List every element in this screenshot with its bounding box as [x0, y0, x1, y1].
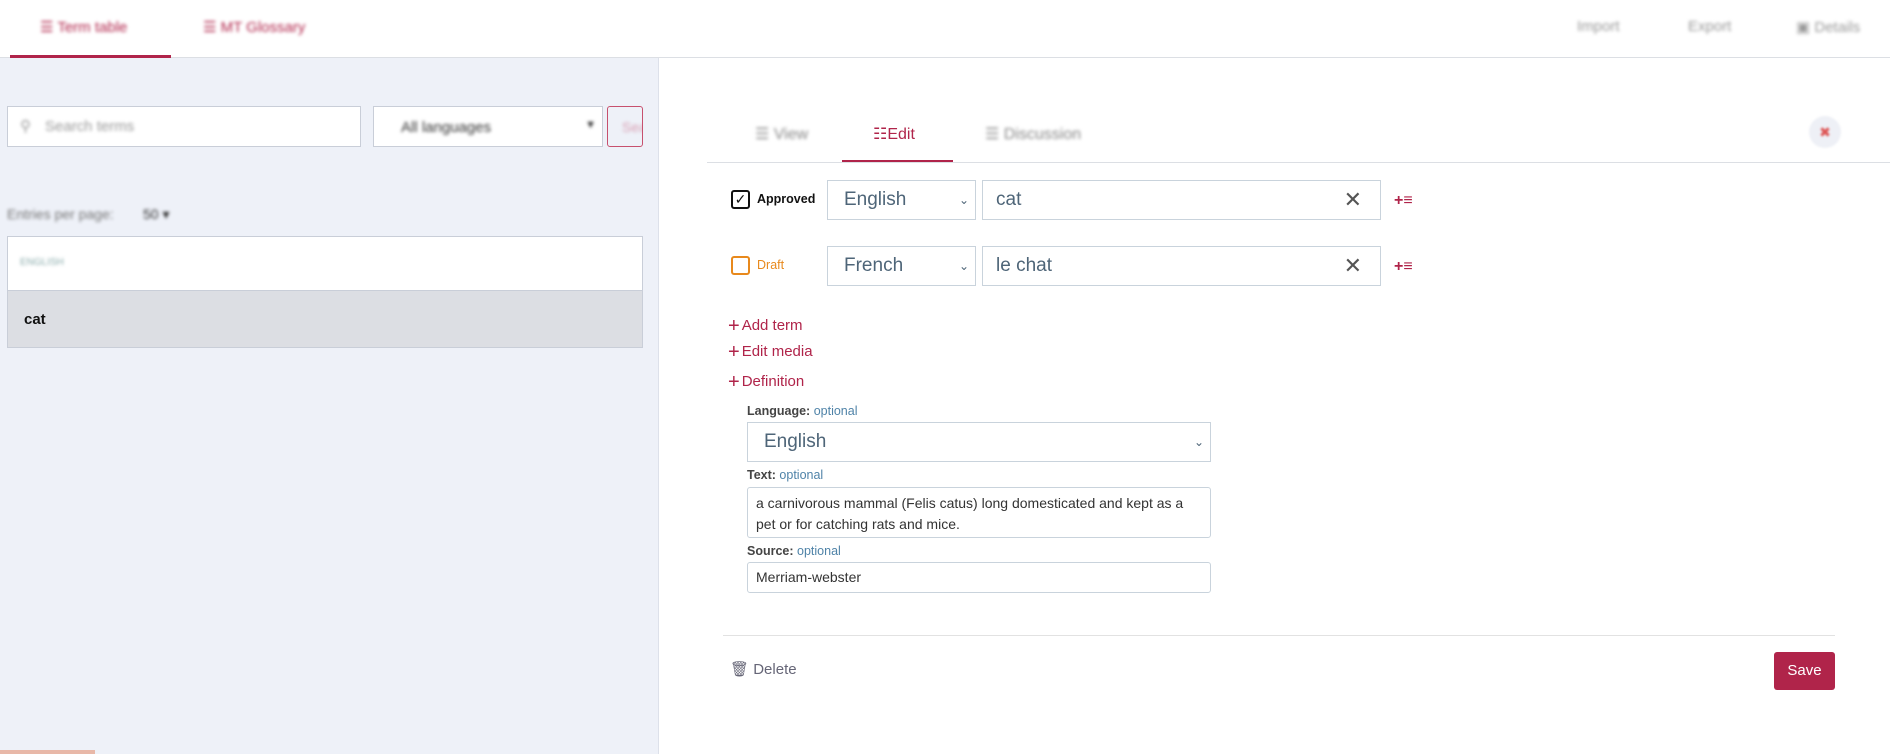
search-input[interactable]: ⚲ Search terms [7, 106, 361, 147]
select-value: French [844, 255, 904, 276]
add-attribute-icon[interactable]: +≡ [1394, 258, 1413, 276]
definition-language-label: Language: optional [747, 404, 857, 418]
definition-textarea[interactable]: a carnivorous mammal (Felis catus) long … [747, 487, 1211, 538]
select-value: English [844, 189, 907, 210]
button-label: Search [622, 119, 642, 135]
input-value: cat [996, 189, 1022, 210]
chevron-down-icon: ⌄ [958, 259, 969, 273]
import-link[interactable]: Import [1577, 18, 1620, 35]
tab-label: MT Glossary [220, 19, 306, 36]
link-label: Add term [741, 317, 803, 334]
tab-edit[interactable]: ☷Edit [873, 124, 915, 144]
entries-per-page-select[interactable]: 50 ▾ [143, 206, 170, 223]
optional-hint: optional [779, 468, 824, 482]
plus-icon: + [728, 315, 740, 337]
delete-button[interactable]: 🗑 Delete [730, 660, 797, 678]
definition-source-label: Source: optional [747, 544, 841, 558]
search-placeholder: Search terms [45, 118, 135, 135]
export-link[interactable]: Export [1688, 18, 1731, 35]
edit-media-link[interactable]: + Edit media [728, 341, 813, 364]
search-button[interactable]: Search [607, 106, 643, 147]
label-text: Language: [747, 404, 811, 418]
footer-divider [723, 635, 1835, 636]
definition-link[interactable]: + Definition [728, 371, 804, 394]
label-text: Text: [747, 468, 776, 482]
term-cell: cat [24, 311, 46, 328]
status-label: Draft [757, 258, 785, 272]
clear-icon[interactable]: ✕ [1344, 181, 1362, 219]
trash-icon: 🗑 [730, 661, 750, 678]
table-row[interactable]: cat [8, 290, 642, 347]
select-value: English [764, 431, 827, 452]
column-header[interactable]: ENGLISH [20, 257, 64, 268]
term-language-select[interactable]: French ⌄ [827, 246, 976, 286]
input-value: le chat [996, 255, 1052, 276]
details-icon: ▣ [1796, 19, 1811, 36]
language-filter-select[interactable]: All languages ▼ [373, 106, 603, 147]
definition-text-label: Text: optional [747, 468, 823, 482]
definition-language-select[interactable]: English ⌄ [747, 422, 1211, 462]
search-icon: ⚲ [20, 118, 31, 135]
plus-icon: + [728, 371, 740, 393]
term-input[interactable]: le chat ✕ [982, 246, 1381, 286]
add-term-link[interactable]: + Add term [728, 315, 803, 338]
term-input[interactable]: cat ✕ [982, 180, 1381, 220]
tab-view[interactable]: ☰ View [755, 124, 808, 144]
link-label: Edit media [741, 343, 813, 360]
terms-table: ENGLISH cat [7, 236, 643, 348]
optional-hint: optional [797, 544, 841, 558]
close-icon[interactable]: ✖ [1809, 116, 1841, 148]
details-link[interactable]: ▣ Details [1796, 18, 1860, 36]
tab-label: View [773, 126, 809, 143]
plus-icon: + [728, 341, 740, 363]
select-value: 50 [143, 206, 159, 222]
progress-bar [0, 750, 95, 754]
definition-source-input[interactable]: Merriam-webster [747, 562, 1211, 593]
draft-checkbox[interactable] [731, 256, 750, 275]
button-label: Delete [753, 661, 797, 678]
details-label: Details [1814, 19, 1861, 36]
term-list-panel: ⚲ Search terms All languages ▼ Search En… [0, 58, 659, 754]
clear-icon[interactable]: ✕ [1344, 247, 1362, 285]
top-header: ☰ Term table ☰ MT Glossary Import Export… [0, 0, 1890, 58]
tab-label: Discussion [1003, 126, 1082, 143]
tab-label: Edit [887, 126, 915, 143]
tabs-divider [707, 162, 1890, 163]
tab-term-table[interactable]: ☰ Term table [40, 18, 127, 36]
tab-discussion[interactable]: ☰ Discussion [985, 124, 1081, 144]
chevron-down-icon: ⌄ [1193, 435, 1204, 449]
select-value: All languages [401, 119, 492, 136]
label-text: Source: [747, 544, 794, 558]
add-attribute-icon[interactable]: +≡ [1394, 192, 1413, 210]
link-label: Definition [741, 373, 805, 390]
edit-list-icon: ☷ [873, 126, 888, 143]
status-label: Approved [757, 192, 816, 206]
save-button[interactable]: Save [1774, 652, 1835, 690]
chevron-down-icon: ⌄ [958, 193, 969, 207]
entries-per-page-label: Entries per page: [7, 206, 114, 222]
term-language-select[interactable]: English ⌄ [827, 180, 976, 220]
approved-checkbox[interactable]: ✓ [731, 190, 750, 209]
tab-mt-glossary[interactable]: ☰ MT Glossary [203, 18, 305, 36]
chevron-down-icon: ▼ [585, 119, 596, 131]
optional-hint: optional [813, 404, 858, 418]
tab-label: Term table [57, 19, 128, 36]
